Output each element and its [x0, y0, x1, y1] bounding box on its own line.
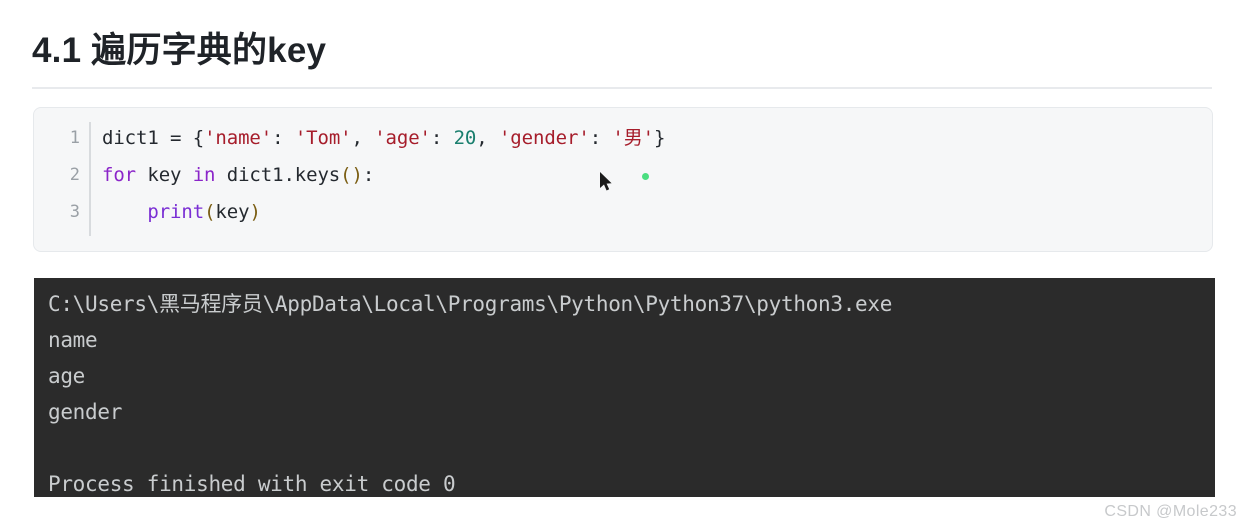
code-line: 2 for key in dict1.keys():: [34, 157, 1212, 194]
code-line: 3 print(key): [34, 194, 1212, 231]
code-token: :: [272, 127, 295, 149]
code-line-content: for key in dict1.keys():: [102, 157, 374, 194]
terminal-line: gender: [48, 400, 123, 424]
terminal-line-interpreter-path: C:\Users\黑马程序员\AppData\Local\Programs\Py…: [48, 292, 893, 316]
code-token-string: 'name': [204, 127, 273, 149]
page-title: 4.1 遍历字典的key: [32, 27, 1212, 89]
code-token-string: 'Tom': [294, 127, 352, 149]
code-block: 1 dict1 = {'name': 'Tom', 'age': 20, 'ge…: [33, 107, 1213, 252]
code-line: 1 dict1 = {'name': 'Tom', 'age': 20, 'ge…: [34, 120, 1212, 157]
terminal-line-list: C:\Users\黑马程序员\AppData\Local\Programs\Py…: [34, 278, 1215, 497]
code-token: }: [653, 127, 666, 149]
green-dot-indicator: [642, 173, 649, 180]
code-token-keyword: for: [102, 164, 148, 186]
code-token: ,: [476, 127, 499, 149]
code-token: :: [362, 164, 375, 186]
terminal-line-exit-status: Process finished with exit code 0: [48, 472, 456, 496]
code-token: key: [147, 164, 193, 186]
code-token-number: 20: [453, 127, 477, 149]
code-line-list: 1 dict1 = {'name': 'Tom', 'age': 20, 'ge…: [34, 120, 1212, 231]
code-token: dict1: [102, 127, 171, 149]
line-number: 1: [69, 128, 80, 148]
line-number: 3: [69, 202, 80, 222]
code-token-string: '男': [612, 127, 654, 149]
code-token-string: 'age': [374, 127, 431, 149]
code-token: dict1.keys: [226, 164, 341, 186]
terminal-line: age: [48, 364, 86, 388]
code-line-content: print(key): [102, 194, 261, 231]
code-token: ): [249, 201, 261, 223]
terminal-line: name: [48, 328, 98, 352]
terminal-output-panel: C:\Users\黑马程序员\AppData\Local\Programs\Py…: [34, 278, 1215, 497]
code-token: key: [215, 201, 250, 223]
code-token-keyword: in: [192, 164, 227, 186]
code-token-function: print: [147, 201, 205, 223]
code-token: ,: [351, 127, 375, 149]
code-token: {: [192, 127, 205, 149]
code-line-content: dict1 = {'name': 'Tom', 'age': 20, 'gend…: [102, 120, 665, 157]
line-number: 2: [69, 165, 80, 185]
watermark: CSDN @Mole233: [1104, 503, 1237, 520]
code-token: (): [340, 164, 363, 186]
code-token: (: [204, 201, 216, 223]
code-token: =: [170, 127, 193, 149]
code-token: :: [589, 127, 613, 149]
code-token: :: [430, 127, 454, 149]
code-token-string: 'gender': [498, 127, 590, 149]
